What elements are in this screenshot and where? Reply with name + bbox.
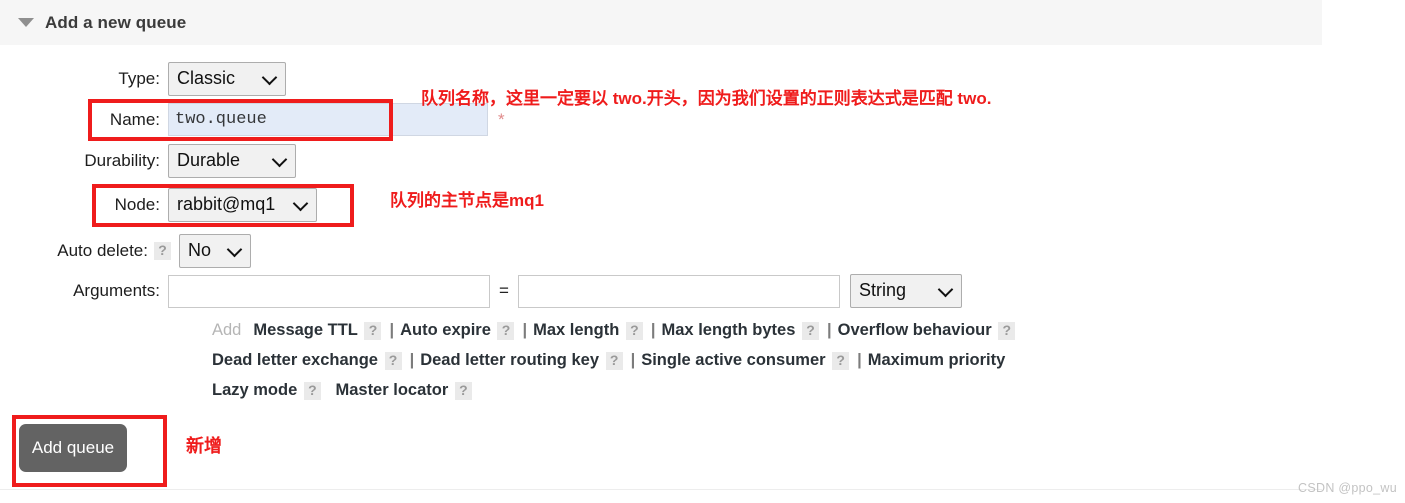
preset-max-length[interactable]: Max length <box>533 321 619 339</box>
node-select[interactable]: rabbit@mq1 <box>168 188 317 222</box>
section-header[interactable]: Add a new queue <box>0 0 1322 45</box>
preset-maximum-priority[interactable]: Maximum priority <box>868 351 1006 369</box>
preset-dead-letter-exchange-help-icon[interactable]: ? <box>384 351 402 370</box>
argument-presets: Add Message TTL ? | Auto expire ? | Max lengt… <box>212 315 1342 405</box>
preset-single-active-consumer[interactable]: Single active consumer <box>641 351 825 369</box>
preset-master-locator[interactable]: Master locator <box>335 381 448 399</box>
argument-preset-row: Dead letter exchange ? | Dead letter routi… <box>212 345 1342 375</box>
preset-single-active-consumer-help-icon[interactable]: ? <box>832 351 850 370</box>
argument-type-select[interactable]: String <box>849 274 962 308</box>
argument-type-select-wrap: String <box>849 274 962 308</box>
preset-master-locator-help-icon[interactable]: ? <box>454 381 472 400</box>
preset-separator: | <box>389 321 395 339</box>
auto-delete-select-wrap: No <box>179 234 251 268</box>
durability-select-wrap: Durable <box>168 144 296 178</box>
preset-max-length-help-icon[interactable]: ? <box>625 321 643 340</box>
type-select-wrap: Classic <box>168 62 286 96</box>
page-title: Add a new queue <box>45 12 187 32</box>
preset-separator: | <box>522 321 528 339</box>
node-label: Node: <box>114 195 160 214</box>
form-row-durability: Durability: Durable <box>0 144 296 178</box>
argument-preset-row: Add Message TTL ? | Auto expire ? | Max lengt… <box>212 315 1342 345</box>
preset-dead-letter-routing-key-help-icon[interactable]: ? <box>605 351 623 370</box>
node-select-wrap: rabbit@mq1 <box>168 188 317 222</box>
preset-separator: | <box>857 351 862 369</box>
preset-separator: | <box>630 351 636 369</box>
argument-key-input[interactable] <box>168 274 490 308</box>
preset-auto-expire-help-icon[interactable]: ? <box>497 321 515 340</box>
preset-lazy-mode-help-icon[interactable]: ? <box>303 381 321 400</box>
auto-delete-help-icon[interactable]: ? <box>154 242 171 260</box>
annotation-text-node: 队列的主节点是mq1 <box>390 191 544 210</box>
form-row-arguments: Arguments: = String <box>0 274 962 308</box>
form-row-node: Node: rabbit@mq1 <box>0 188 317 222</box>
preset-overflow-behaviour[interactable]: Overflow behaviour <box>838 321 992 339</box>
preset-overflow-behaviour-help-icon[interactable]: ? <box>998 321 1016 340</box>
type-select[interactable]: Classic <box>168 62 286 96</box>
add-queue-button[interactable]: Add queue <box>19 424 127 472</box>
argument-value-input[interactable] <box>517 274 840 308</box>
preset-separator: | <box>650 321 656 339</box>
annotation-text-name: 队列名称，这里一定要以 two.开头，因为我们设置的正则表达式是匹配 two. <box>421 89 992 108</box>
preset-lazy-mode[interactable]: Lazy mode <box>212 381 297 399</box>
auto-delete-label: Auto delete: <box>57 241 148 260</box>
preset-dead-letter-routing-key[interactable]: Dead letter routing key <box>420 351 599 369</box>
preset-max-length-bytes-help-icon[interactable]: ? <box>801 321 819 340</box>
add-argument-label: Add <box>212 321 242 339</box>
durability-label: Durability: <box>84 151 160 170</box>
preset-separator: | <box>409 351 415 369</box>
durability-select[interactable]: Durable <box>168 144 296 178</box>
preset-separator: | <box>826 321 832 339</box>
annotation-text-add-queue: 新增 <box>186 436 222 456</box>
auto-delete-select[interactable]: No <box>179 234 251 268</box>
bottom-divider <box>0 489 1322 490</box>
preset-message-ttl[interactable]: Message TTL <box>253 321 358 339</box>
arguments-equals-sign: = <box>499 281 509 300</box>
argument-preset-row: Lazy mode ? Master locator ? <box>212 375 1342 405</box>
form-row-type: Type: Classic <box>0 62 286 96</box>
preset-max-length-bytes[interactable]: Max length bytes <box>662 321 796 339</box>
form-row-auto-delete: Auto delete: ? No <box>0 234 251 268</box>
preset-message-ttl-help-icon[interactable]: ? <box>364 321 382 340</box>
preset-auto-expire[interactable]: Auto expire <box>400 321 491 339</box>
arguments-label: Arguments: <box>73 281 160 300</box>
type-label: Type: <box>118 69 160 88</box>
name-required-marker: * <box>498 109 505 129</box>
triangle-down-icon[interactable] <box>18 18 34 27</box>
watermark: CSDN @ppo_wu <box>1298 481 1397 495</box>
name-label: Name: <box>109 109 160 129</box>
preset-dead-letter-exchange[interactable]: Dead letter exchange <box>212 351 378 369</box>
